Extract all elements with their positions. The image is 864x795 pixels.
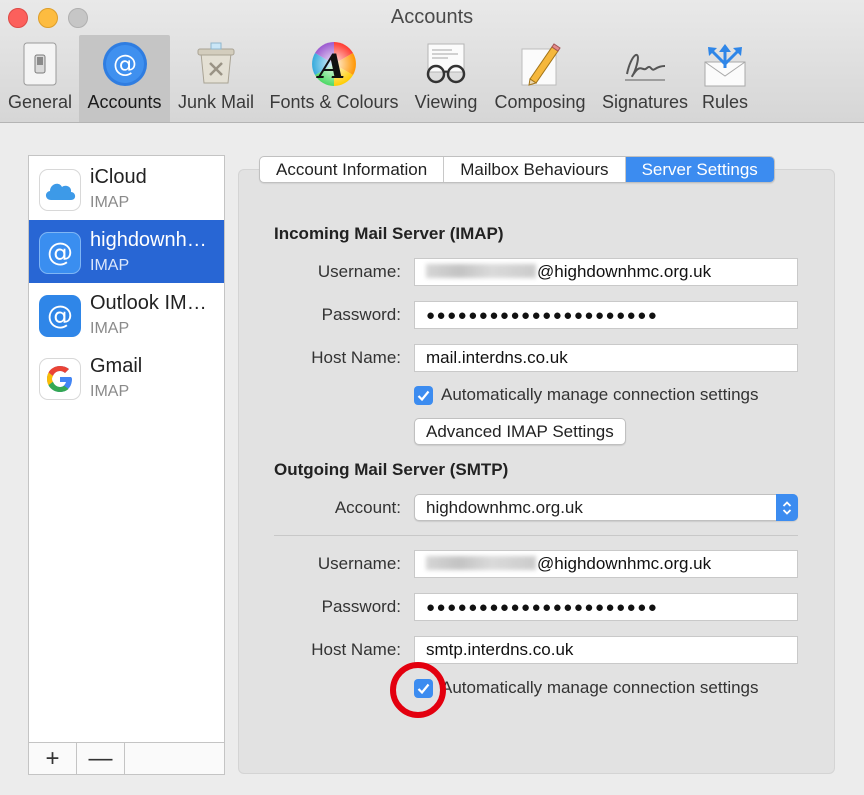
account-type: IMAP	[90, 320, 130, 337]
toolbar-rules[interactable]: Rules	[698, 35, 752, 122]
incoming-username-field[interactable]: @highdownhmc.org.uk	[414, 258, 798, 286]
chevron-updown-icon	[776, 494, 798, 521]
account-name: iCloud	[90, 166, 147, 188]
incoming-section-title: Incoming Mail Server (IMAP)	[274, 224, 504, 243]
toolbar-signatures[interactable]: Signatures	[598, 35, 692, 122]
account-item-highdown[interactable]: @ highdownh… IMAP	[29, 220, 224, 283]
tab-mailbox-behaviours[interactable]: Mailbox Behaviours	[444, 157, 626, 182]
account-item-gmail[interactable]: Gmail IMAP	[29, 346, 224, 409]
glasses-icon	[422, 40, 470, 88]
incoming-password-label: Password:	[321, 305, 401, 324]
toolbar-accounts-label: Accounts	[87, 92, 162, 112]
account-type: IMAP	[90, 257, 130, 274]
section-divider	[274, 535, 798, 536]
account-type: IMAP	[90, 383, 130, 400]
outgoing-account-value: highdownhmc.org.uk	[426, 498, 583, 517]
outgoing-host-field[interactable]: smtp.interdns.co.uk	[414, 636, 798, 664]
svg-text:A: A	[316, 47, 345, 87]
outgoing-password-label: Password:	[321, 597, 401, 616]
outgoing-username-field[interactable]: @highdownhmc.org.uk	[414, 550, 798, 578]
outgoing-auto-manage-row: Automatically manage connection settings	[414, 677, 759, 699]
annotation-highlight-circle	[390, 662, 446, 718]
sidebar-footer: + —	[29, 742, 224, 774]
account-name: Outlook IM…	[90, 292, 207, 314]
at-sign-icon: @	[39, 295, 81, 337]
window-toolbar: Accounts General @ Accounts Junk Mail A …	[0, 0, 864, 123]
outgoing-host-label: Host Name:	[311, 640, 401, 659]
toolbar-composing[interactable]: Composing	[488, 35, 592, 122]
font-colour-wheel-icon: A	[310, 40, 358, 88]
toolbar-accounts[interactable]: @ Accounts	[79, 35, 170, 122]
toolbar-viewing[interactable]: Viewing	[410, 35, 482, 122]
toolbar-viewing-label: Viewing	[414, 92, 478, 112]
incoming-auto-manage-row: Automatically manage connection settings	[414, 384, 759, 406]
outgoing-section-title: Outgoing Mail Server (SMTP)	[274, 460, 509, 479]
toolbar-signatures-label: Signatures	[601, 92, 689, 112]
outgoing-account-label: Account:	[334, 498, 401, 517]
account-type: IMAP	[90, 194, 130, 211]
remove-account-button[interactable]: —	[77, 743, 125, 774]
incoming-auto-manage-label: Automatically manage connection settings	[441, 385, 759, 404]
window-title: Accounts	[390, 6, 474, 28]
settings-tabs: Account Information Mailbox Behaviours S…	[259, 156, 775, 183]
tab-account-information[interactable]: Account Information	[260, 157, 445, 182]
outgoing-username-domain: @highdownhmc.org.uk	[537, 554, 712, 573]
toolbar-composing-label: Composing	[494, 92, 586, 112]
incoming-password-mask: ●●●●●●●●●●●●●●●●●●●●●●	[426, 307, 659, 324]
signature-icon	[621, 40, 669, 88]
account-item-icloud[interactable]: iCloud IMAP	[29, 157, 224, 220]
incoming-password-field[interactable]: ●●●●●●●●●●●●●●●●●●●●●●	[414, 301, 798, 329]
junk-bin-icon	[192, 40, 240, 88]
general-switch-icon	[16, 40, 64, 88]
incoming-username-domain: @highdownhmc.org.uk	[537, 262, 712, 281]
outgoing-password-mask: ●●●●●●●●●●●●●●●●●●●●●●	[426, 599, 659, 616]
rules-envelope-icon	[701, 40, 749, 88]
toolbar-rules-label: Rules	[701, 92, 749, 112]
account-name: Gmail	[90, 355, 143, 377]
at-sign-icon: @	[39, 232, 81, 274]
advanced-imap-settings-button[interactable]: Advanced IMAP Settings	[414, 418, 626, 445]
pencil-paper-icon	[516, 40, 564, 88]
incoming-username-label: Username:	[317, 262, 401, 281]
incoming-auto-manage-checkbox[interactable]	[414, 385, 433, 405]
tab-server-settings[interactable]: Server Settings	[625, 157, 774, 182]
add-account-button[interactable]: +	[29, 743, 77, 774]
checkmark-icon	[417, 390, 430, 401]
toolbar-junk-mail-label: Junk Mail	[177, 92, 255, 112]
toolbar-fonts-colours-label: Fonts & Colours	[269, 92, 399, 112]
toolbar-general[interactable]: General	[5, 35, 75, 122]
outgoing-auto-manage-label: Automatically manage connection settings	[441, 678, 759, 697]
redacted-username	[426, 264, 536, 278]
svg-text:@: @	[113, 50, 137, 78]
outgoing-password-field[interactable]: ●●●●●●●●●●●●●●●●●●●●●●	[414, 593, 798, 621]
outgoing-account-select[interactable]: highdownhmc.org.uk	[414, 494, 798, 521]
toolbar-fonts-colours[interactable]: A Fonts & Colours	[264, 35, 404, 122]
toolbar-junk-mail[interactable]: Junk Mail	[174, 35, 258, 122]
at-sign-icon: @	[101, 40, 149, 88]
incoming-host-label: Host Name:	[311, 348, 401, 367]
toolbar-general-label: General	[7, 92, 73, 112]
google-icon	[39, 358, 81, 400]
redacted-username	[426, 556, 536, 570]
outgoing-username-label: Username:	[317, 554, 401, 573]
account-item-outlook[interactable]: @ Outlook IM… IMAP	[29, 283, 224, 346]
icloud-icon	[39, 169, 81, 211]
incoming-host-field[interactable]: mail.interdns.co.uk	[414, 344, 798, 372]
account-name: highdownh…	[90, 229, 207, 251]
accounts-sidebar: iCloud IMAP @ highdownh… IMAP @ Outlook …	[28, 155, 225, 775]
